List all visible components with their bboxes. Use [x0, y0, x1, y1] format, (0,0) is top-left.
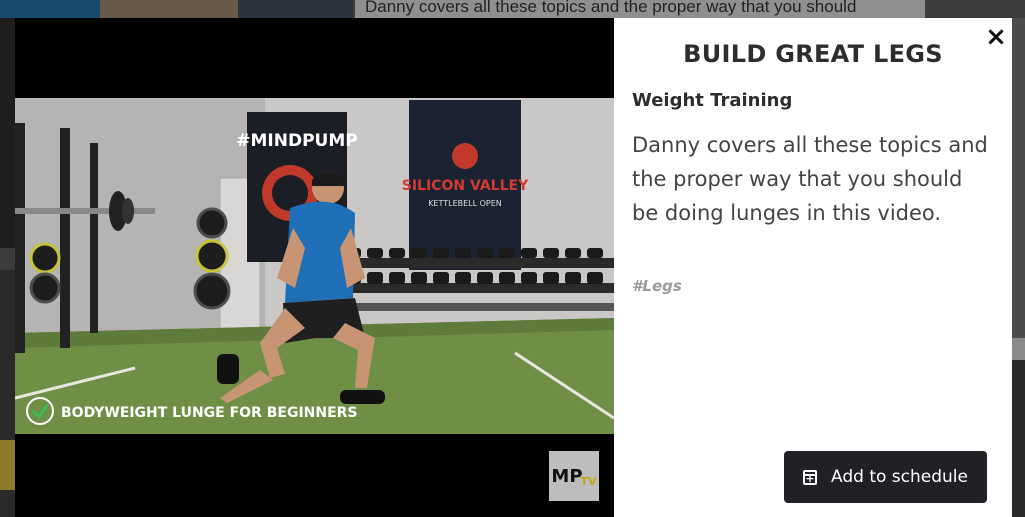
video-tag[interactable]: #Legs [632, 277, 682, 295]
banner-right-title: SILICON VALLEY [402, 178, 529, 194]
watermark-main: MP [551, 465, 583, 487]
video-title: BUILD GREAT LEGS [683, 40, 943, 68]
background-right-strip [1012, 338, 1025, 360]
video-still: #MINDPUMP SILICON VALLEY KETTLEBELL OPEN [15, 98, 614, 434]
watermark-sub: TV [580, 474, 597, 488]
banner-right-subtitle: KETTLEBELL OPEN [428, 199, 502, 208]
banner-left-text: #MINDPUMP [236, 131, 357, 151]
video-details-panel: × BUILD GREAT LEGS Weight Training Danny… [614, 18, 1012, 517]
mptv-logo: MP TV [549, 451, 599, 501]
video-category: Weight Training [632, 90, 793, 111]
background-left-strip [0, 18, 15, 248]
background-card-text: Danny covers all these topics and the pr… [355, 0, 925, 18]
calendar-plus-icon [803, 469, 817, 485]
video-modal: #MINDPUMP SILICON VALLEY KETTLEBELL OPEN [15, 18, 1012, 517]
background-right-strip [1012, 18, 1025, 338]
background-thumbnail [238, 0, 353, 18]
background-thumbnail [100, 0, 240, 18]
video-description: Danny covers all these topics and the pr… [632, 133, 988, 225]
add-to-schedule-button[interactable]: Add to schedule [784, 451, 987, 503]
background-thumbnail [0, 0, 100, 18]
video-caption: BODYWEIGHT LUNGE FOR BEGINNERS [61, 405, 358, 421]
add-to-schedule-label: Add to schedule [831, 467, 968, 487]
video-player[interactable]: #MINDPUMP SILICON VALLEY KETTLEBELL OPEN [15, 18, 614, 517]
background-left-accent [0, 440, 15, 490]
background-right-strip [1012, 360, 1025, 517]
video-frame[interactable]: #MINDPUMP SILICON VALLEY KETTLEBELL OPEN [15, 98, 614, 434]
